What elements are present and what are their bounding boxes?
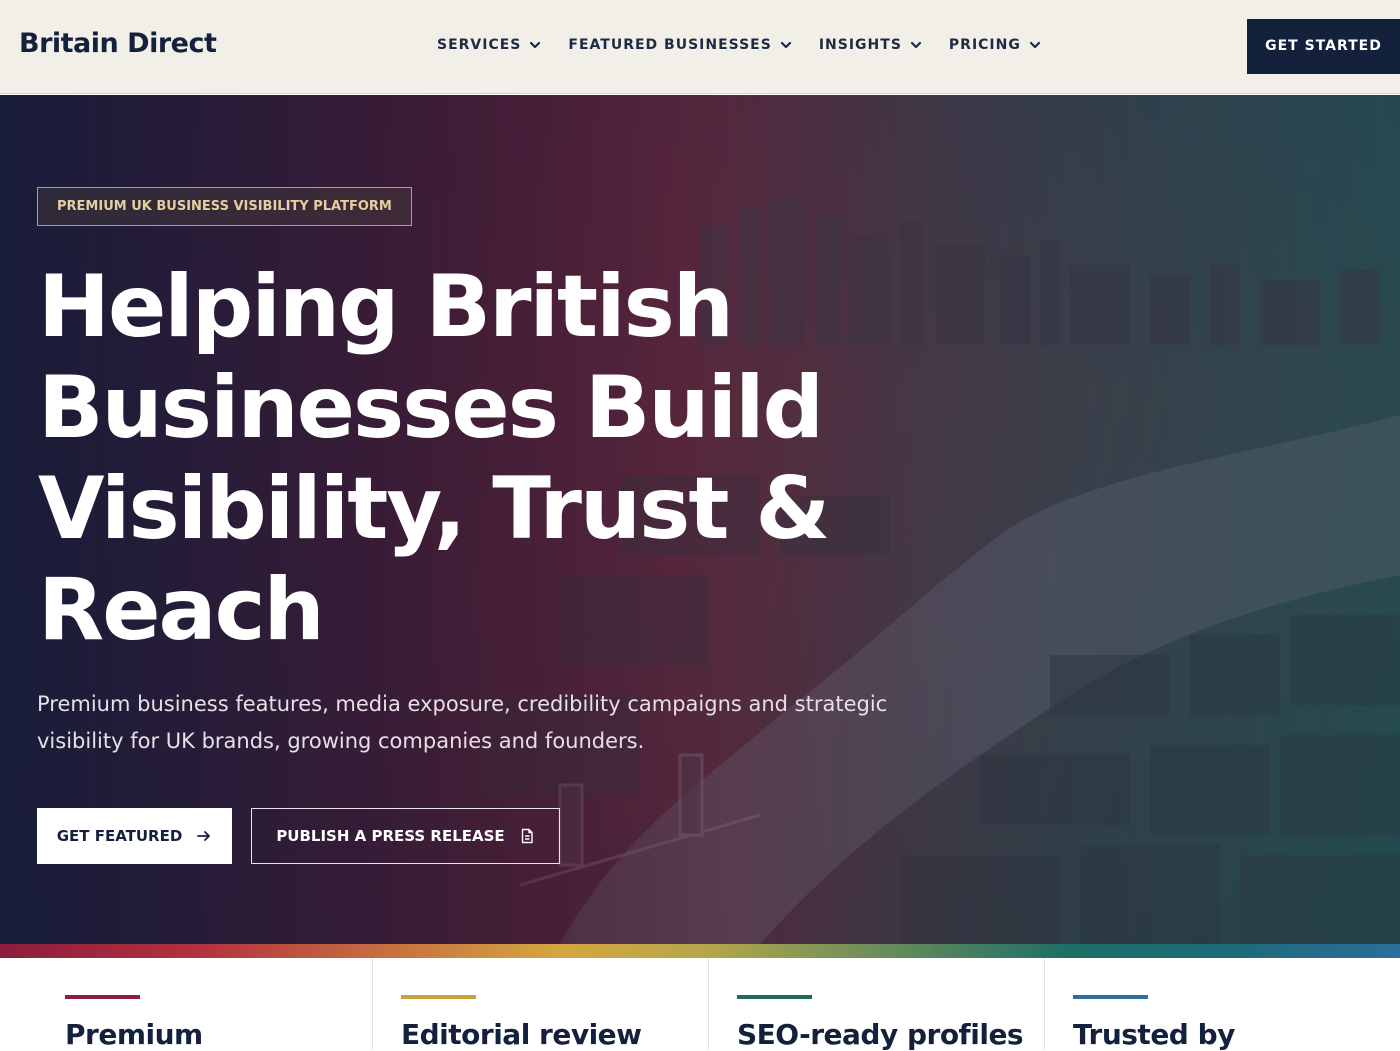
nav-item-label: INSIGHTS — [818, 37, 902, 53]
nav-item-label: FEATURED BUSINESSES — [568, 37, 772, 53]
nav-item-pricing[interactable]: PRICING — [949, 37, 1041, 53]
site-header: Britain Direct SERVICES FEATURED BUSINES… — [0, 0, 1400, 94]
feature-card: Premium — [0, 958, 372, 1051]
hero-title-line: Helping British — [38, 257, 734, 357]
hero-title-line: Reach — [38, 560, 325, 660]
hero-title-line: Businesses Build — [38, 358, 824, 458]
feature-accent-bar — [401, 995, 476, 999]
hero-title-line: Visibility, Trust & — [38, 459, 830, 559]
color-stripe-divider — [0, 944, 1400, 958]
feature-card: SEO-ready profiles — [708, 958, 1044, 1051]
feature-accent-bar — [65, 995, 140, 999]
nav-item-services[interactable]: SERVICES — [437, 37, 541, 53]
nav-item-featured-businesses[interactable]: FEATURED BUSINESSES — [568, 37, 791, 53]
publish-press-release-label: PUBLISH A PRESS RELEASE — [276, 827, 505, 845]
get-featured-button[interactable]: GET FEATURED — [37, 808, 232, 864]
hero-title: Helping British Businesses Build Visibil… — [38, 257, 898, 661]
hero-subtitle: Premium business features, media exposur… — [37, 692, 888, 753]
feature-accent-bar — [737, 995, 812, 999]
platform-badge: PREMIUM UK BUSINESS VISIBILITY PLATFORM — [37, 187, 412, 226]
feature-title: Premium — [65, 1018, 203, 1051]
feature-title: Trusted by — [1073, 1018, 1235, 1051]
chevron-down-icon — [1029, 39, 1041, 51]
get-featured-label: GET FEATURED — [56, 827, 183, 845]
chevron-down-icon — [910, 39, 922, 51]
hero-section: PREMIUM UK BUSINESS VISIBILITY PLATFORM … — [0, 95, 1400, 944]
chevron-down-icon — [529, 39, 541, 51]
feature-title: SEO-ready profiles — [737, 1018, 1024, 1051]
nav-item-label: PRICING — [948, 37, 1021, 53]
chevron-down-icon — [780, 39, 792, 51]
feature-accent-bar — [1073, 995, 1148, 999]
get-started-button[interactable]: GET STARTED — [1247, 19, 1400, 74]
site-logo[interactable]: Britain Direct — [19, 28, 217, 59]
publish-press-release-button[interactable]: PUBLISH A PRESS RELEASE — [251, 808, 560, 864]
feature-title: Editorial review — [401, 1018, 642, 1051]
main-nav: SERVICES FEATURED BUSINESSES INSIGHTS PR… — [437, 37, 1041, 53]
feature-card: Editorial review — [372, 958, 708, 1051]
feature-card: Trusted by — [1044, 958, 1400, 1051]
arrow-right-icon — [196, 828, 212, 844]
nav-item-insights[interactable]: INSIGHTS — [819, 37, 922, 53]
features-row: Premium Editorial review SEO-ready profi… — [0, 958, 1400, 1051]
nav-item-label: SERVICES — [437, 37, 522, 53]
document-icon — [519, 828, 535, 844]
